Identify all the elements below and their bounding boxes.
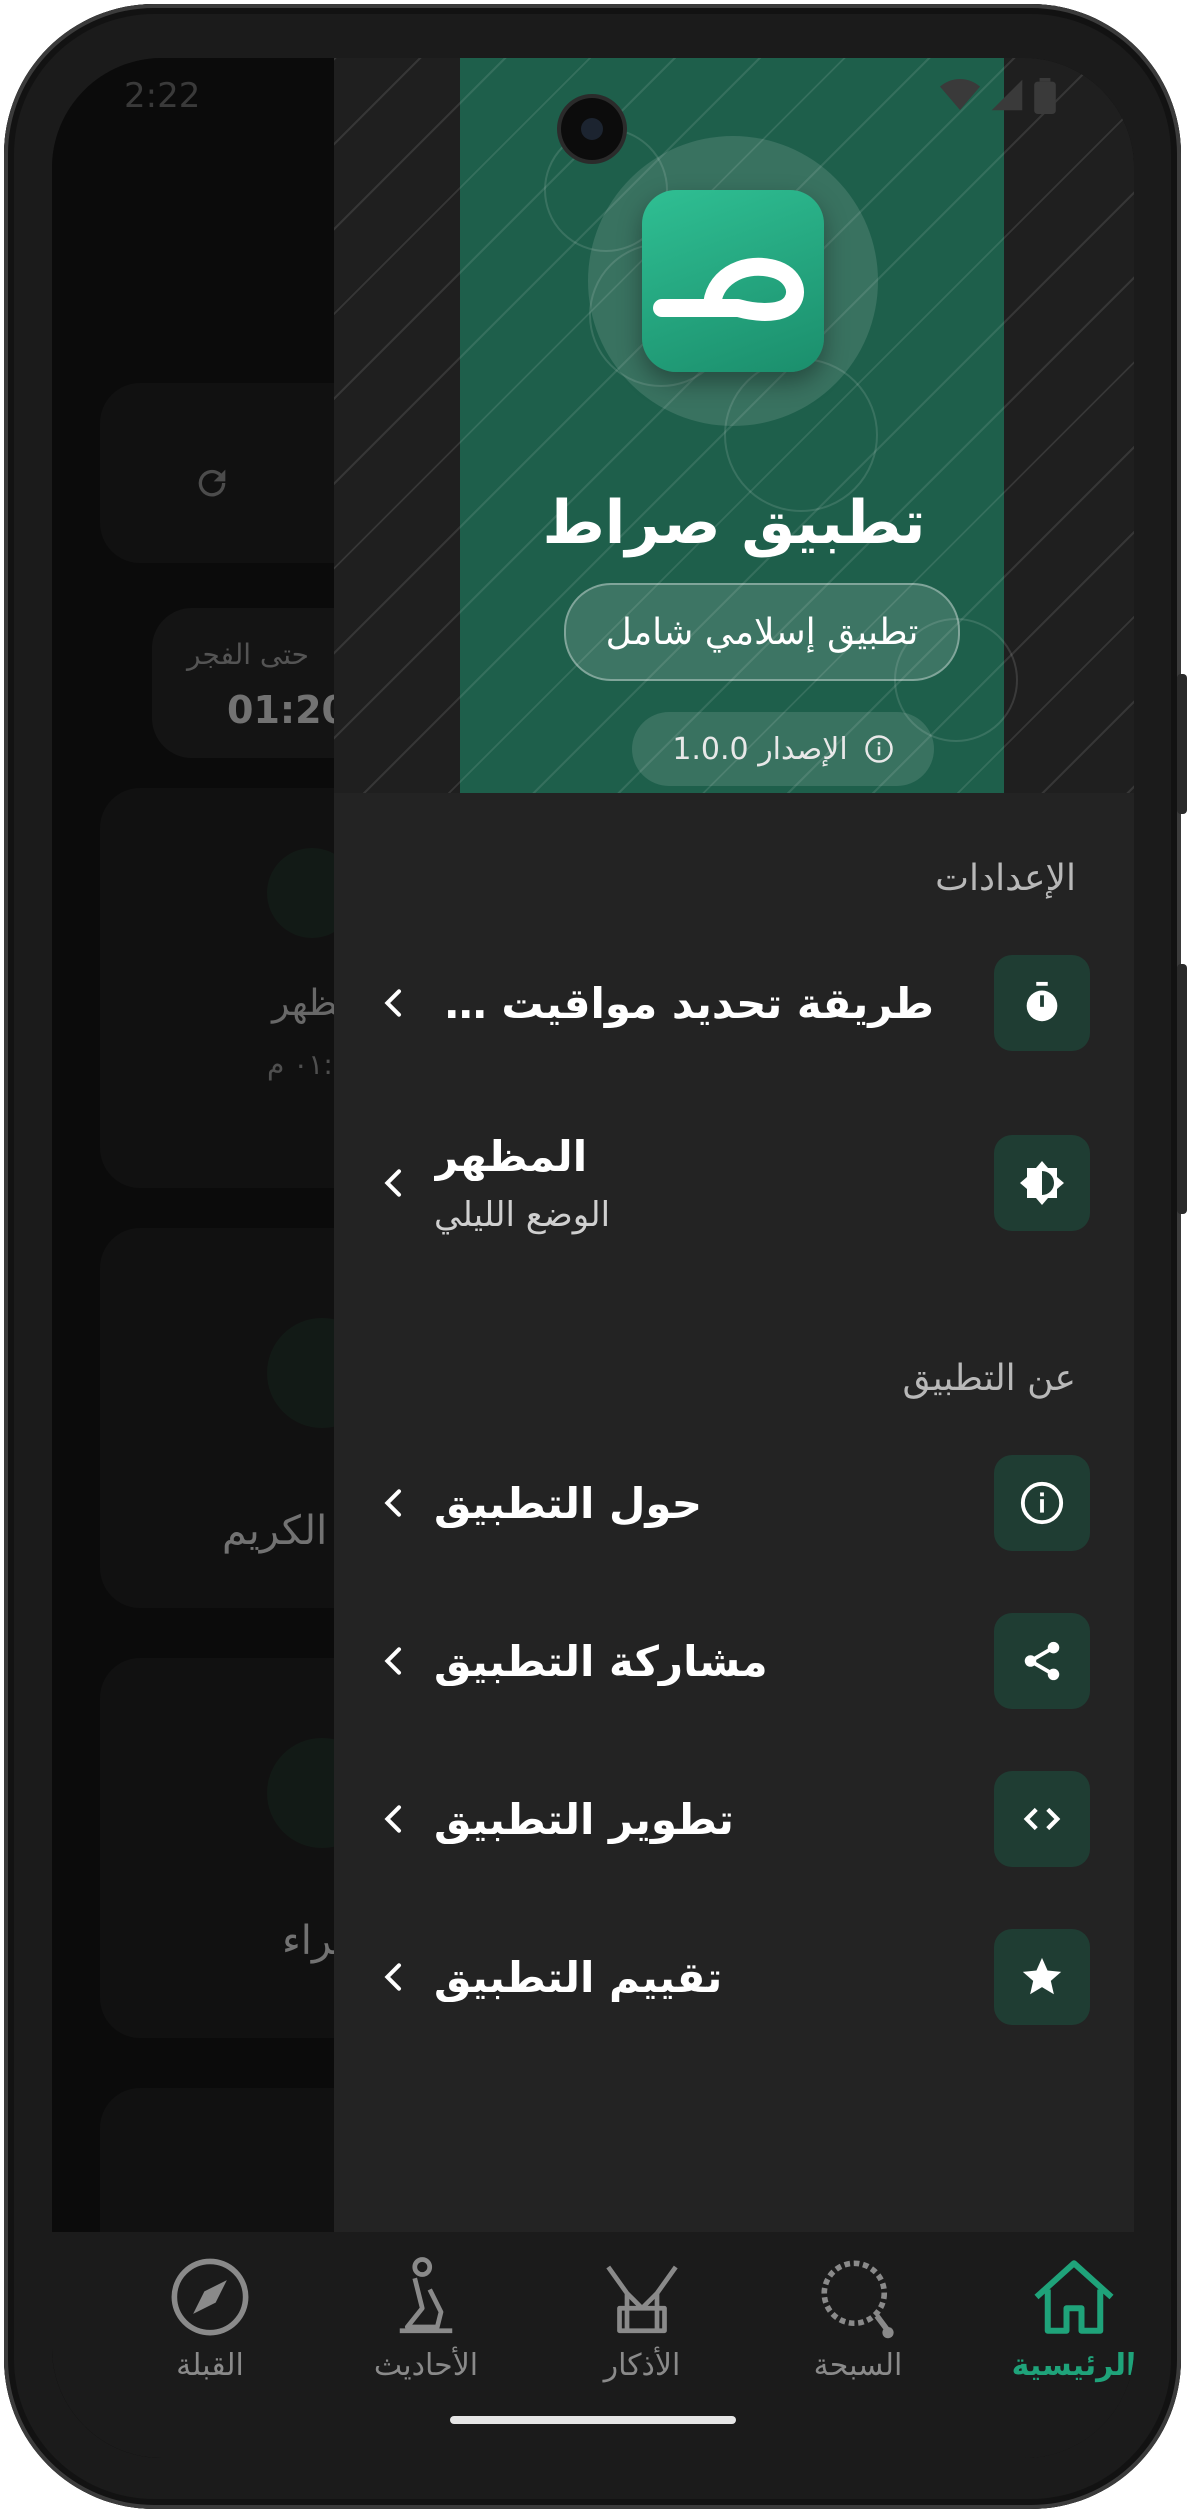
develop-app-label: تطوير التطبيق <box>434 1794 734 1844</box>
star-icon <box>994 1929 1090 2025</box>
about-app-label: حول التطبيق <box>434 1478 703 1528</box>
app-logo <box>642 190 824 372</box>
tagline-badge: تطبيق إسلامي شامل <box>564 583 960 681</box>
share-app-item[interactable]: مشاركة التطبيق <box>374 1596 1090 1726</box>
share-icon <box>994 1613 1090 1709</box>
status-icons <box>940 78 1056 114</box>
rate-app-item[interactable]: تقييم التطبيق <box>374 1912 1090 2042</box>
chevron-left-icon <box>384 1963 401 1991</box>
nav-tasbih[interactable]: السبحة <box>758 2252 958 2402</box>
brightness-icon <box>994 1135 1090 1231</box>
front-camera <box>561 98 623 160</box>
power-button <box>1177 964 1187 1214</box>
volume-button <box>1177 674 1187 814</box>
share-app-label: مشاركة التطبيق <box>434 1636 768 1686</box>
nav-hadith[interactable]: الأحاديث <box>326 2252 526 2402</box>
appearance-subtitle: الوضع الليلي <box>434 1194 611 1235</box>
chevron-left-icon <box>384 1805 401 1833</box>
version-text: الإصدار 1.0.0 <box>672 731 848 767</box>
prayer-method-item[interactable]: طريقة تحديد مواقيت الصلاة <box>374 938 1090 1068</box>
screen: حتى الفجر 01:20 الظهر ٠١:٠٠ م القرآن الك… <box>52 58 1134 2458</box>
status-time: 2:22 <box>124 76 201 116</box>
nav-home-label: الرئيسية <box>1011 2348 1134 2383</box>
bottom-navigation: القبلة الأحاديث الأذكار السبحة الرئيسية <box>52 2232 1134 2458</box>
nav-hadith-label: الأحاديث <box>373 2348 479 2383</box>
tagline-text: تطبيق إسلامي شامل <box>605 611 919 653</box>
info-icon <box>994 1455 1090 1551</box>
navigation-drawer: تطبيق صراط تطبيق إسلامي شامل الإصدار 1.0… <box>334 58 1134 2458</box>
wifi-icon <box>940 79 980 110</box>
settings-section-title: الإعدادات <box>935 858 1076 899</box>
battery-icon <box>1034 78 1056 114</box>
praying-hands-icon <box>606 2265 678 2334</box>
appearance-label: المظهر <box>434 1131 588 1181</box>
prayer-person-icon <box>399 2257 453 2334</box>
app-title: تطبيق صراط <box>542 488 926 558</box>
chevron-left-icon <box>384 989 401 1017</box>
nav-qibla-label: القبلة <box>176 2348 244 2383</box>
nav-azkar-label: الأذكار <box>603 2348 681 2383</box>
rate-app-label: تقييم التطبيق <box>434 1952 723 2002</box>
compass-icon <box>171 2258 249 2336</box>
code-icon <box>994 1771 1090 1867</box>
phone-frame: حتى الفجر 01:20 الظهر ٠١:٠٠ م القرآن الك… <box>4 4 1187 2509</box>
prayer-method-label: طريقة تحديد مواقيت الصلاة <box>434 978 934 1028</box>
home-indicator[interactable] <box>450 2416 736 2424</box>
version-badge: الإصدار 1.0.0 <box>632 712 934 786</box>
nav-home[interactable]: الرئيسية <box>974 2252 1134 2402</box>
chevron-left-icon <box>384 1169 401 1197</box>
nav-tasbih-label: السبحة <box>813 2348 903 2383</box>
timer-icon <box>994 955 1090 1051</box>
home-icon <box>1034 2260 1114 2334</box>
sad-letter-logo-icon <box>653 257 804 321</box>
nav-qibla[interactable]: القبلة <box>110 2252 310 2402</box>
signal-icon <box>991 79 1023 111</box>
about-app-item[interactable]: حول التطبيق <box>374 1438 1090 1568</box>
chevron-left-icon <box>384 1489 401 1517</box>
develop-app-item[interactable]: تطوير التطبيق <box>374 1754 1090 1884</box>
appearance-item[interactable]: المظهر الوضع الليلي <box>374 1118 1090 1248</box>
about-section-title: عن التطبيق <box>902 1358 1076 1399</box>
chevron-left-icon <box>384 1647 401 1675</box>
nav-azkar[interactable]: الأذكار <box>542 2252 742 2402</box>
drawer-header: تطبيق صراط تطبيق إسلامي شامل الإصدار 1.0… <box>334 58 1134 793</box>
info-icon <box>864 735 893 763</box>
tasbih-icon <box>821 2260 894 2339</box>
